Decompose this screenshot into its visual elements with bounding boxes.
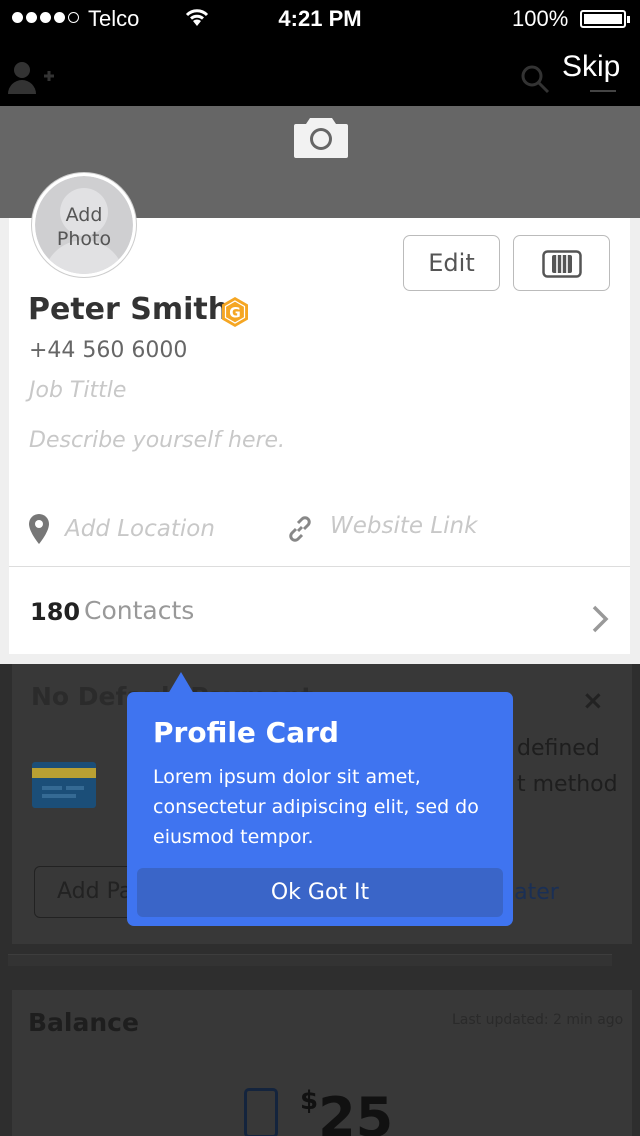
job-title-field[interactable]: Job Tittle	[29, 378, 126, 403]
location-pin-icon	[29, 514, 49, 544]
profile-name: Peter Smith	[28, 292, 230, 327]
sim-card-icon	[542, 250, 582, 278]
divider	[9, 566, 630, 567]
payment-text-line-1: defined	[517, 736, 600, 761]
sim-card-button[interactable]	[513, 235, 610, 291]
contacts-label[interactable]: Contacts	[84, 596, 194, 625]
badge-letter: G	[229, 306, 241, 322]
status-bar: Telco 4:21 PM 100%	[0, 0, 640, 40]
edit-button[interactable]: Edit	[403, 235, 500, 291]
mobile-phone-icon	[244, 1088, 278, 1136]
search-icon[interactable]	[520, 64, 550, 94]
gold-badge-icon: G	[219, 296, 251, 328]
location-field[interactable]: Add Location	[65, 516, 215, 542]
add-user-icon[interactable]	[8, 60, 54, 96]
divider	[590, 90, 616, 92]
add-photo-label: Add Photo	[56, 204, 112, 250]
balance-card: Balance Last updated: 2 min ago $25	[12, 990, 632, 1136]
tooltip-body: Lorem ipsum dolor sit amet, consectetur …	[153, 766, 479, 848]
chevron-right-icon[interactable]	[589, 604, 611, 634]
profile-card: Add Photo Edit Peter Smith G +44 560 600…	[9, 173, 630, 654]
currency-symbol: $	[300, 1086, 319, 1116]
payment-text-line-2: t method	[517, 772, 618, 797]
balance-amount: $25	[300, 1086, 393, 1136]
battery-icon	[580, 10, 630, 28]
balance-title: Balance	[28, 1008, 139, 1037]
avatar[interactable]: Add Photo	[32, 173, 136, 277]
skip-button[interactable]: Skip	[562, 50, 620, 84]
link-icon	[285, 514, 315, 544]
tooltip-title: Profile Card	[153, 716, 339, 749]
last-updated-text: Last updated: 2 min ago	[452, 1012, 624, 1028]
battery-percentage: 100%	[512, 6, 569, 31]
credit-card-icon	[32, 762, 96, 808]
close-icon[interactable]: ×	[582, 686, 604, 716]
balance-value: 25	[318, 1086, 394, 1136]
later-link[interactable]: later	[508, 880, 559, 905]
website-field[interactable]: Website Link	[330, 513, 477, 539]
description-field[interactable]: Describe yourself here.	[29, 428, 285, 453]
tooltip-arrow	[168, 672, 194, 694]
divider	[8, 954, 612, 966]
profile-phone: +44 560 6000	[29, 338, 188, 363]
ok-got-it-button[interactable]: Ok Got It	[137, 868, 503, 917]
nav-bar: Skip	[0, 40, 640, 106]
contacts-count[interactable]: 180	[30, 598, 80, 626]
camera-icon[interactable]	[294, 112, 348, 158]
profile-card-tooltip: Profile Card Lorem ipsum dolor sit amet,…	[127, 692, 513, 926]
